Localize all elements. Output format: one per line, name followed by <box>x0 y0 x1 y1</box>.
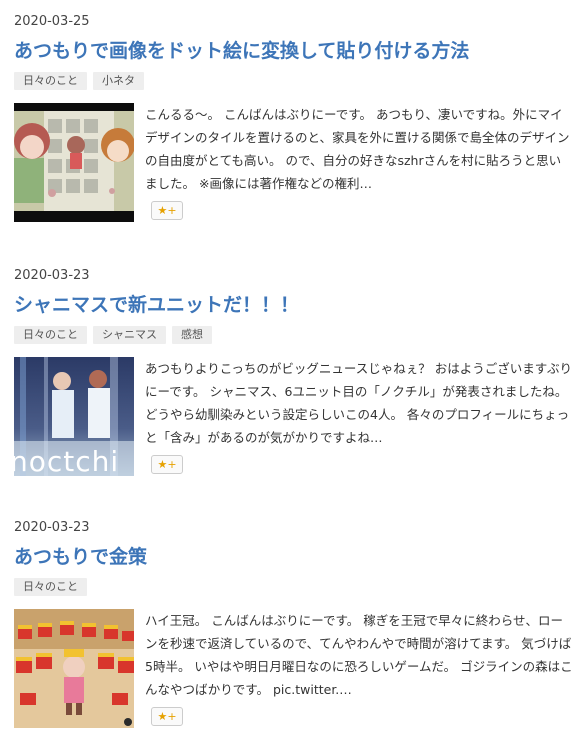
tag[interactable]: シャニマス <box>93 326 166 344</box>
star-icon: ★+ <box>157 204 177 217</box>
entry: 2020-03-23 シャニマスで新ユニットだ！！！ 日々のこと シャニマス 感… <box>14 268 574 476</box>
star-button[interactable]: ★+ <box>151 201 183 220</box>
entry-summary: こんるる～。 こんばんはぶりにーです。 あつもり、凄いですね。外にマイデザインの… <box>145 107 570 191</box>
star-icon: ★+ <box>157 710 177 723</box>
tag[interactable]: 日々のこと <box>14 578 87 596</box>
tag-list: 日々のこと シャニマス 感想 <box>14 326 574 344</box>
star-button[interactable]: ★+ <box>151 455 183 474</box>
thumbnail-overlay-text: noctchi <box>14 445 120 476</box>
star-icon: ★+ <box>157 458 177 471</box>
tag-list: 日々のこと 小ネタ <box>14 72 574 90</box>
entry-date: 2020-03-25 <box>14 14 90 29</box>
tag[interactable]: 日々のこと <box>14 326 87 344</box>
entry-thumbnail[interactable] <box>14 103 134 222</box>
entry-title-link[interactable]: シャニマスで新ユニットだ！！！ <box>14 293 574 317</box>
tag[interactable]: 感想 <box>172 326 212 344</box>
entry-thumbnail[interactable]: noctchi <box>14 357 134 476</box>
tag[interactable]: 日々のこと <box>14 72 87 90</box>
tag[interactable]: 小ネタ <box>93 72 144 90</box>
entry-summary: ハイ王冠。 こんばんはぶりにーです。 稼ぎを王冠で早々に終わらせ、ローンを秒速で… <box>145 613 573 697</box>
star-button[interactable]: ★+ <box>151 707 183 726</box>
entry-date: 2020-03-23 <box>14 520 90 535</box>
entry-thumbnail[interactable] <box>14 609 134 728</box>
entry-summary: あつもりよりこっちのがビッグニュースじゃねぇ？ おはようございますぶりにーです。… <box>145 361 572 445</box>
entry-title-link[interactable]: あつもりで金策 <box>14 545 574 569</box>
entry: 2020-03-23 あつもりで金策 日々のこと ハイ王冠。 こんばんはぶりにー… <box>14 520 574 728</box>
entry-date: 2020-03-23 <box>14 268 90 283</box>
tag-list: 日々のこと <box>14 578 574 596</box>
entry-title-link[interactable]: あつもりで画像をドット絵に変換して貼り付ける方法 <box>14 39 574 63</box>
entry: 2020-03-25 あつもりで画像をドット絵に変換して貼り付ける方法 日々のこ… <box>14 14 574 222</box>
